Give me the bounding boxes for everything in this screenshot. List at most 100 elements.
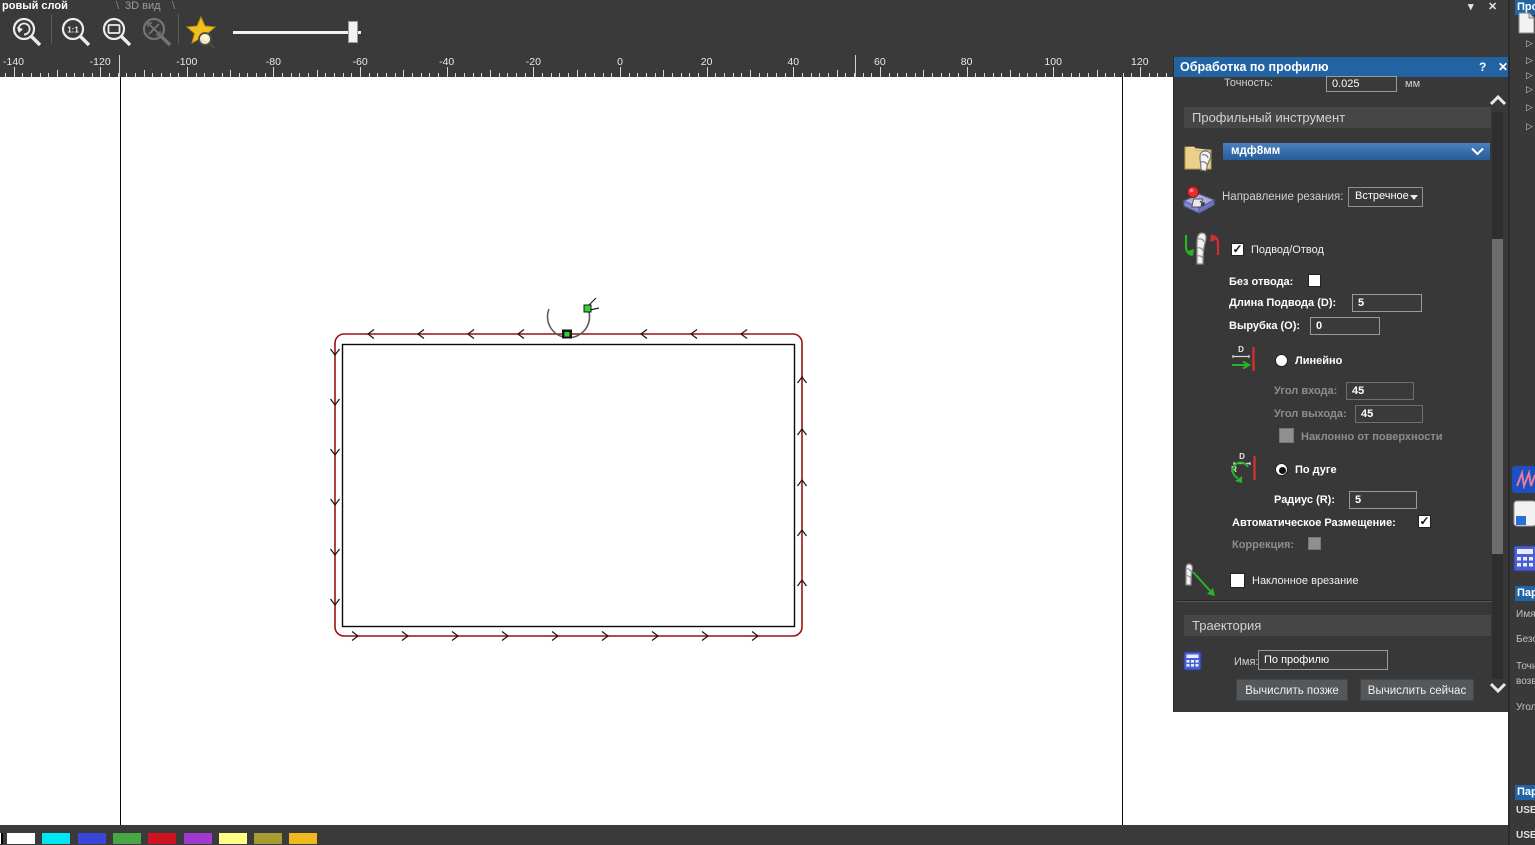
cut-direction-icon <box>1180 183 1218 220</box>
notch-input[interactable] <box>1310 317 1380 335</box>
angle-in-input <box>1346 382 1414 400</box>
ruler-label: 60 <box>874 56 886 68</box>
dialog-title: Обработка по профилю <box>1180 60 1329 74</box>
lead-length-input[interactable] <box>1352 294 1422 312</box>
panel-close-icon[interactable]: ✕ <box>1488 0 1497 13</box>
color-swatch[interactable] <box>113 833 141 844</box>
user-label-1: USER <box>1516 805 1535 816</box>
tree-expand-icon[interactable]: ▷ <box>1526 102 1533 113</box>
ruler-tick <box>793 67 795 77</box>
svg-text:1:1: 1:1 <box>67 26 79 35</box>
linear-radio[interactable] <box>1275 354 1288 367</box>
calculator-panel-icon[interactable] <box>1513 545 1535 577</box>
ruler-label: 40 <box>787 56 800 68</box>
scroll-down-icon[interactable] <box>1489 679 1507 700</box>
cut-direction-label: Направление резания: <box>1222 191 1344 203</box>
panel-collapse-icon[interactable]: ▾ <box>1468 0 1474 13</box>
correction-checkbox <box>1308 537 1321 550</box>
color-swatch[interactable] <box>42 833 70 844</box>
param-label-name: Имя <box>1516 609 1535 620</box>
tree-expand-icon[interactable]: ▷ <box>1526 55 1533 66</box>
tool-select-value: мдф8мм <box>1231 145 1281 157</box>
linear-label: Линейно <box>1295 355 1343 367</box>
ramp-checkbox[interactable] <box>1230 573 1245 588</box>
tolerance-input[interactable] <box>1326 76 1397 92</box>
ruler-tick <box>1139 67 1141 77</box>
tree-expand-icon[interactable]: ▷ <box>1526 84 1533 95</box>
chevron-down-icon <box>1471 147 1484 156</box>
parameters-panel-header[interactable]: Пар <box>1515 586 1535 601</box>
toolpath-outline[interactable] <box>334 333 803 637</box>
notch-label: Вырубка (O): <box>1229 320 1301 332</box>
ruler-label: 20 <box>700 56 713 68</box>
ruler-tick <box>706 67 708 77</box>
tree-expand-icon[interactable]: ▷ <box>1526 70 1533 81</box>
close-icon[interactable]: ✕ <box>1498 60 1508 74</box>
arc-radio[interactable] <box>1275 463 1288 476</box>
radius-input[interactable] <box>1349 491 1417 509</box>
zoom-slider-handle[interactable] <box>348 21 358 43</box>
toolbar-separator <box>178 14 179 44</box>
lead-checkbox[interactable]: ✓ <box>1231 243 1244 256</box>
scroll-up-icon[interactable] <box>1489 93 1507 114</box>
no-retract-checkbox[interactable] <box>1308 274 1321 287</box>
ruler-tick <box>13 67 15 77</box>
toolpath-panel-icon[interactable] <box>1512 466 1535 498</box>
tree-expand-icon[interactable]: ▷ <box>1526 121 1533 132</box>
parameters-panel-header-2[interactable]: Пар <box>1515 785 1535 800</box>
dialog-titlebar[interactable]: Обработка по профилю ? ✕ <box>1174 57 1511 77</box>
calculate-later-button[interactable]: Вычислить позже <box>1236 679 1348 701</box>
help-icon[interactable]: ? <box>1479 60 1486 74</box>
ruler-tick <box>576 70 578 77</box>
ruler-tick <box>446 67 448 77</box>
trajectory-name-input[interactable] <box>1258 650 1388 670</box>
zoom-one-to-one-icon[interactable]: 1:1 <box>57 15 95 54</box>
section-divider <box>1177 600 1494 602</box>
star-zoom-icon[interactable] <box>184 13 224 58</box>
zoom-slider-track[interactable] <box>233 31 361 34</box>
ruler-label: 80 <box>960 56 973 68</box>
color-swatch-partial[interactable] <box>0 833 3 844</box>
color-palette-bar <box>0 825 1535 845</box>
tool-folder-icon[interactable] <box>1183 139 1219 180</box>
color-swatch[interactable] <box>289 833 317 844</box>
ruler-tick <box>966 67 968 77</box>
tab-3d-view[interactable]: 3D вид <box>125 0 161 12</box>
tree-expand-icon[interactable]: ▷ <box>1526 38 1533 49</box>
color-swatch[interactable] <box>78 833 106 844</box>
ruler-tick <box>923 70 925 77</box>
arc-lead-icon: D R <box>1229 450 1261 491</box>
ruler-tick <box>230 70 232 77</box>
zoom-to-object-icon[interactable] <box>98 15 136 54</box>
color-swatch[interactable] <box>254 833 282 844</box>
cut-direction-select[interactable]: Встречное <box>1348 187 1423 207</box>
ruler-label: -40 <box>439 56 455 68</box>
ruler-label: -120 <box>89 56 111 68</box>
tab-layer[interactable]: ровый слой <box>2 0 68 12</box>
ruler-label: 0 <box>617 56 623 68</box>
ruler-tick <box>620 67 621 77</box>
calculate-now-button[interactable]: Вычислить сейчас <box>1360 679 1474 701</box>
color-swatch[interactable] <box>219 833 247 844</box>
ruler-tick <box>879 67 881 77</box>
cut-direction-value: Встречное <box>1355 190 1409 202</box>
document-icon[interactable] <box>1518 12 1535 39</box>
ruler-tick <box>403 70 405 77</box>
incline-from-surface-checkbox <box>1279 428 1294 443</box>
color-swatch[interactable] <box>184 833 212 844</box>
svg-text:D: D <box>1239 452 1245 461</box>
template-panel-icon[interactable] <box>1513 500 1535 532</box>
color-swatch[interactable] <box>7 833 35 844</box>
ruler-tick <box>316 70 318 77</box>
color-swatch[interactable] <box>148 833 176 844</box>
linear-lead-icon: D <box>1230 343 1260 380</box>
lead-label: Подвод/Отвод <box>1251 244 1324 256</box>
ruler-tick <box>143 70 145 77</box>
vector-rectangle[interactable] <box>341 343 796 628</box>
panel-scrollbar-thumb[interactable] <box>1492 239 1503 554</box>
radius-label: Радиус (R): <box>1274 494 1336 506</box>
tool-select-dropdown[interactable]: мдф8мм <box>1223 143 1490 160</box>
lead-start-marker[interactable] <box>583 304 592 313</box>
auto-place-checkbox[interactable]: ✓ <box>1418 515 1431 528</box>
zoom-previous-icon[interactable] <box>8 15 46 54</box>
